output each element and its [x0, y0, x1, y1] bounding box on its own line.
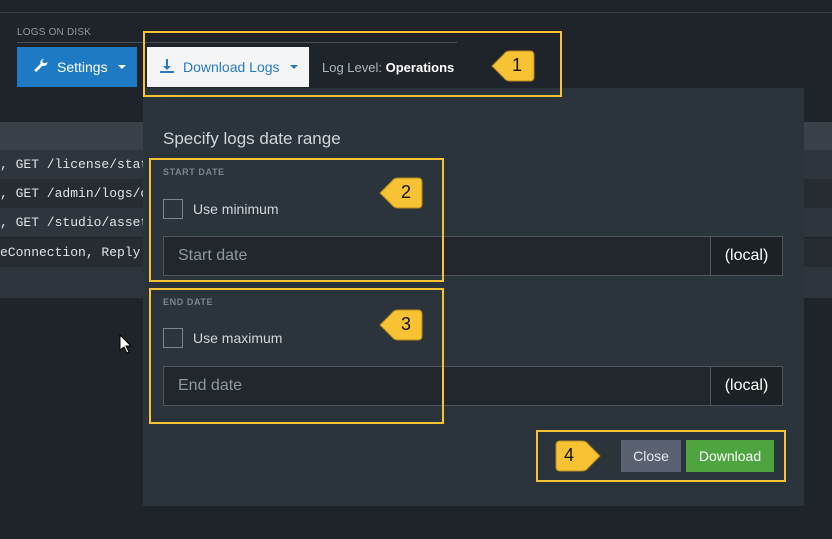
top-divider [0, 12, 832, 13]
callout-number: 4 [564, 445, 575, 465]
callout-badge-2: 2 [378, 175, 424, 211]
pointer-cursor-icon [119, 333, 133, 354]
wrench-icon [33, 58, 49, 77]
callout-badge-4: 4 [550, 438, 601, 474]
callout-badge-3: 3 [378, 307, 424, 343]
end-date-timezone-addon: (local) [711, 366, 783, 406]
section-label: LOGS ON DISK [17, 27, 92, 38]
callout-badge-1: 1 [490, 48, 536, 84]
settings-button[interactable]: Settings [17, 47, 137, 87]
chevron-down-icon [117, 65, 126, 69]
callout-number: 3 [401, 314, 412, 334]
callout-number: 2 [401, 182, 412, 202]
start-date-timezone-addon: (local) [711, 236, 783, 276]
settings-button-label: Settings [57, 59, 108, 75]
callout-number: 1 [512, 55, 523, 75]
dropdown-title: Specify logs date range [163, 129, 341, 148]
